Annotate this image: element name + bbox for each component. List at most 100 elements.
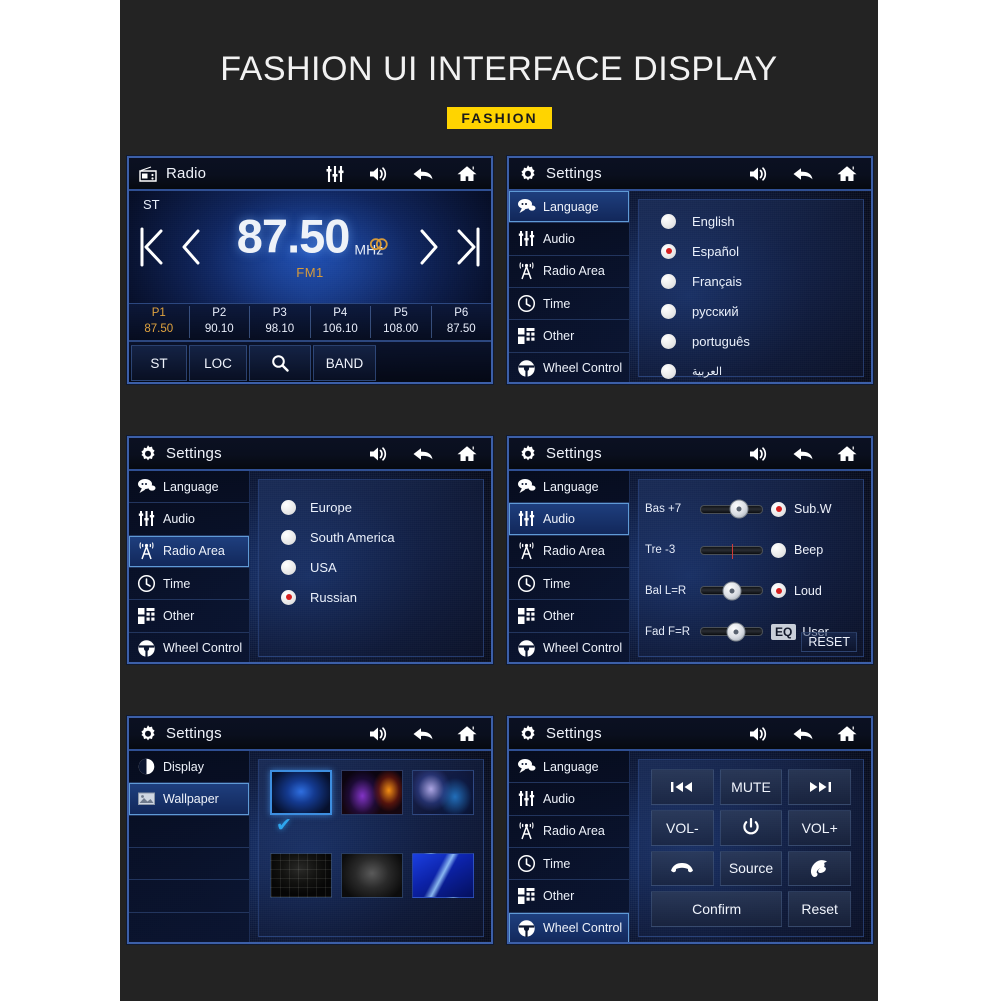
radio-area-option[interactable]: USA	[281, 552, 483, 582]
slider-track[interactable]	[700, 581, 763, 601]
language-option[interactable]: English	[661, 206, 863, 236]
slider-balance[interactable]: Bal L=R	[645, 578, 763, 604]
search-button[interactable]	[249, 345, 311, 381]
language-option[interactable]: português	[661, 326, 863, 356]
preset-button[interactable]: P3 98.10	[250, 306, 311, 338]
home-icon[interactable]	[836, 163, 858, 185]
volume-icon[interactable]	[748, 163, 770, 185]
radio-button[interactable]	[661, 273, 676, 289]
sidebar-item-wheel-control[interactable]: Wheel Control	[509, 633, 629, 662]
volume-icon[interactable]	[368, 723, 390, 745]
preset-button[interactable]: P6 87.50	[432, 306, 492, 337]
volume-down-key[interactable]: VOL-	[651, 809, 714, 846]
sidebar-item-language[interactable]: Language	[509, 751, 629, 784]
seek-next-end-button[interactable]	[455, 227, 481, 267]
band-button[interactable]: BAND	[313, 345, 376, 381]
radio-button-selected[interactable]	[661, 243, 676, 259]
slider-track[interactable]	[700, 499, 763, 519]
back-arrow-icon[interactable]	[792, 443, 814, 465]
toggle-loud[interactable]: Loud	[771, 578, 859, 604]
slider-bass[interactable]: Bas +7	[645, 496, 763, 522]
language-option[interactable]: العربية	[661, 356, 863, 382]
wallpaper-item[interactable]	[412, 852, 474, 927]
loc-button[interactable]: LOC	[189, 345, 247, 381]
back-arrow-icon[interactable]	[792, 163, 814, 185]
slider-fader[interactable]: Fad F=R	[645, 619, 763, 645]
wallpaper-item[interactable]: ✔	[270, 770, 332, 844]
sidebar-item-display[interactable]: Display	[129, 751, 249, 784]
language-option[interactable]: Español	[661, 236, 863, 266]
phone-answer-key[interactable]	[788, 850, 851, 887]
sidebar-item-radio-area[interactable]: Radio Area	[509, 816, 629, 848]
confirm-key[interactable]: Confirm	[651, 891, 783, 927]
sidebar-item-other[interactable]: Other	[509, 320, 629, 353]
wallpaper-thumbnail[interactable]	[341, 852, 403, 898]
radio-button[interactable]	[661, 213, 676, 229]
power-key[interactable]	[719, 809, 783, 846]
wallpaper-item[interactable]	[341, 852, 403, 927]
sidebar-item-time[interactable]: Time	[509, 848, 629, 881]
preset-button[interactable]: P5 108.00	[371, 306, 432, 338]
home-icon[interactable]	[456, 443, 478, 465]
home-icon[interactable]	[836, 443, 858, 465]
toggle-beep[interactable]: Beep	[771, 537, 859, 563]
wallpaper-thumbnail[interactable]	[341, 770, 403, 815]
reset-button[interactable]: RESET	[801, 632, 857, 652]
sidebar-item-time[interactable]: Time	[509, 568, 629, 601]
wallpaper-item[interactable]	[341, 770, 403, 844]
tune-up-button[interactable]	[417, 227, 439, 267]
slider-track[interactable]	[700, 543, 763, 559]
preset-button[interactable]: P1 87.50	[129, 306, 190, 338]
sidebar-item-radio-area[interactable]: Radio Area	[129, 535, 249, 568]
radio-area-option[interactable]: Europe	[281, 492, 483, 522]
phone-hangup-key[interactable]	[651, 850, 714, 887]
toggle-subwoofer[interactable]: Sub.W	[771, 496, 859, 522]
sidebar-item-language[interactable]: Language	[129, 471, 249, 504]
home-icon[interactable]	[456, 163, 478, 185]
radio-button[interactable]	[661, 363, 676, 379]
sidebar-item-audio[interactable]: Audio	[509, 783, 629, 816]
home-icon[interactable]	[836, 723, 858, 745]
wallpaper-thumbnail[interactable]	[412, 770, 474, 815]
next-track-key[interactable]	[788, 769, 851, 805]
slider-knob[interactable]	[722, 581, 741, 601]
volume-up-key[interactable]: VOL+	[788, 809, 851, 846]
reset-key[interactable]: Reset	[788, 891, 851, 927]
prev-track-key[interactable]	[651, 769, 714, 805]
radio-button[interactable]	[281, 559, 296, 575]
sidebar-item-time[interactable]: Time	[129, 568, 249, 601]
radio-button[interactable]	[281, 499, 296, 515]
preset-button[interactable]: P2 90.10	[190, 306, 250, 338]
sidebar-item-audio[interactable]: Audio	[509, 503, 629, 536]
language-option[interactable]: русский	[661, 296, 863, 326]
sidebar-item-other[interactable]: Other	[509, 600, 629, 633]
sidebar-item-wheel-control[interactable]: Wheel Control	[509, 912, 629, 942]
volume-icon[interactable]	[748, 723, 770, 745]
sidebar-item-wheel-control[interactable]: Wheel Control	[129, 633, 249, 662]
language-option[interactable]: Français	[661, 266, 863, 296]
source-key[interactable]: Source	[719, 850, 783, 887]
tune-down-button[interactable]	[181, 227, 203, 267]
sidebar-item-wallpaper[interactable]: Wallpaper	[129, 783, 249, 816]
wallpaper-thumbnail[interactable]	[270, 852, 332, 898]
back-arrow-icon[interactable]	[412, 723, 434, 745]
slider-treble[interactable]: Tre -3	[645, 537, 763, 563]
sidebar-item-audio[interactable]: Audio	[509, 223, 629, 256]
radio-button[interactable]	[281, 529, 296, 545]
radio-button[interactable]	[661, 303, 676, 319]
slider-track[interactable]	[700, 622, 763, 642]
mute-key[interactable]: MUTE	[719, 769, 783, 805]
volume-icon[interactable]	[368, 163, 390, 185]
radio-area-option[interactable]: South America	[281, 522, 483, 552]
seek-prev-end-button[interactable]	[139, 227, 165, 267]
sidebar-item-language[interactable]: Language	[509, 471, 629, 504]
sidebar-item-language[interactable]: Language	[509, 191, 629, 224]
equalizer-icon[interactable]	[324, 163, 346, 185]
back-arrow-icon[interactable]	[792, 723, 814, 745]
sidebar-item-time[interactable]: Time	[509, 288, 629, 321]
sidebar-item-audio[interactable]: Audio	[129, 503, 249, 536]
sidebar-item-radio-area[interactable]: Radio Area	[509, 256, 629, 288]
wallpaper-thumbnail[interactable]	[270, 770, 332, 815]
sidebar-item-other[interactable]: Other	[509, 880, 629, 913]
radio-area-option[interactable]: Russian	[281, 582, 483, 612]
